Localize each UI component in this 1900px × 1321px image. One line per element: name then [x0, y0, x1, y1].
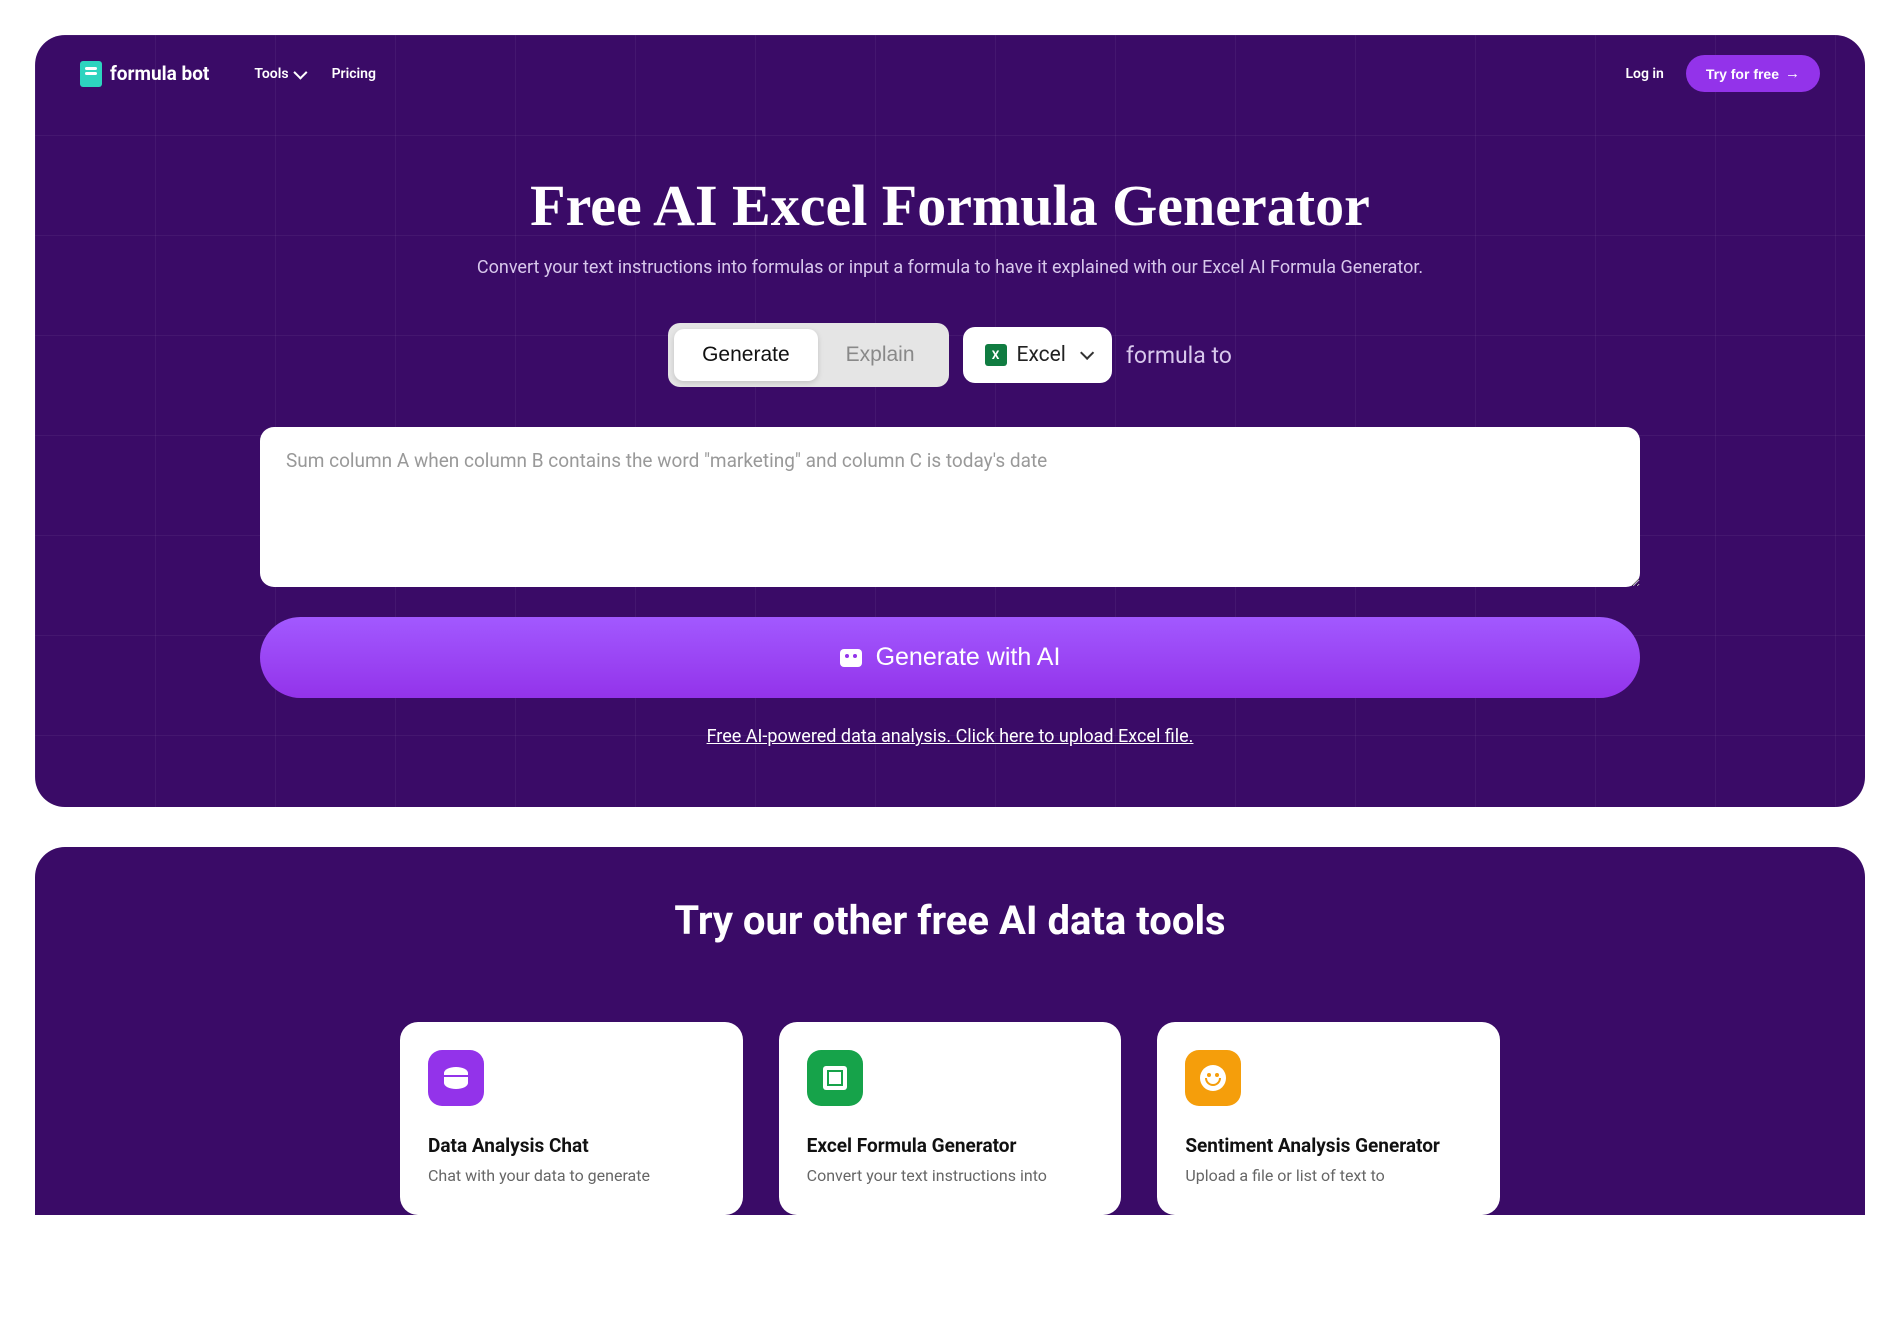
- nav-pricing[interactable]: Pricing: [332, 66, 376, 82]
- tool-card-desc: Upload a file or list of text to: [1185, 1165, 1472, 1187]
- generate-button[interactable]: Generate with AI: [260, 617, 1640, 698]
- tool-card-desc: Chat with your data to generate: [428, 1165, 715, 1187]
- page-subtitle: Convert your text instructions into form…: [75, 257, 1825, 278]
- brand-name: formula bot: [110, 62, 209, 85]
- tool-card-formula-generator[interactable]: Excel Formula Generator Convert your tex…: [779, 1022, 1122, 1215]
- chevron-down-icon: [293, 65, 307, 79]
- tool-cards: Data Analysis Chat Chat with your data t…: [400, 1022, 1500, 1215]
- excel-icon: [985, 344, 1007, 366]
- tool-card-desc: Convert your text instructions into: [807, 1165, 1094, 1187]
- chevron-down-icon: [1080, 346, 1094, 360]
- platform-dropdown[interactable]: Excel: [963, 327, 1112, 383]
- hero-content: Free AI Excel Formula Generator Convert …: [35, 112, 1865, 747]
- robot-icon: [840, 649, 862, 667]
- hero-section: formula bot Tools Pricing Log in Try for…: [35, 35, 1865, 807]
- generate-button-label: Generate with AI: [876, 643, 1061, 672]
- login-link[interactable]: Log in: [1625, 66, 1663, 82]
- nav-tools[interactable]: Tools: [254, 66, 303, 82]
- tool-card-title: Sentiment Analysis Generator: [1185, 1134, 1472, 1157]
- nav-pricing-label: Pricing: [332, 66, 376, 82]
- tool-card-title: Excel Formula Generator: [807, 1134, 1094, 1157]
- try-free-label: Try for free: [1706, 66, 1779, 82]
- brand-logo[interactable]: formula bot: [80, 61, 209, 87]
- page-title: Free AI Excel Formula Generator: [75, 172, 1825, 239]
- tool-card-title: Data Analysis Chat: [428, 1134, 715, 1157]
- tool-card-sentiment[interactable]: Sentiment Analysis Generator Upload a fi…: [1157, 1022, 1500, 1215]
- try-free-button[interactable]: Try for free: [1686, 55, 1820, 92]
- tools-section-title: Try our other free AI data tools: [75, 897, 1825, 944]
- nav-tools-label: Tools: [254, 66, 288, 82]
- tab-generate[interactable]: Generate: [674, 329, 818, 381]
- dropdown-value: Excel: [1017, 343, 1066, 367]
- formula-to-label: formula to: [1126, 342, 1232, 369]
- mode-toggle: Generate Explain: [668, 323, 948, 387]
- nav-right: Log in Try for free: [1625, 55, 1820, 92]
- logo-icon: [80, 61, 102, 87]
- input-area: Generate with AI Free AI-powered data an…: [260, 427, 1640, 747]
- spreadsheet-icon: [807, 1050, 863, 1106]
- database-icon: [428, 1050, 484, 1106]
- top-nav: formula bot Tools Pricing Log in Try for…: [35, 35, 1865, 112]
- control-row: Generate Explain Excel formula to: [75, 323, 1825, 387]
- prompt-input[interactable]: [260, 427, 1640, 587]
- upload-file-link[interactable]: Free AI-powered data analysis. Click her…: [260, 726, 1640, 747]
- tools-section: Try our other free AI data tools Data An…: [35, 847, 1865, 1215]
- nav-links: Tools Pricing: [254, 66, 376, 82]
- smile-icon: [1185, 1050, 1241, 1106]
- arrow-right-icon: [1785, 65, 1800, 82]
- tab-explain[interactable]: Explain: [818, 329, 943, 381]
- tool-card-data-analysis[interactable]: Data Analysis Chat Chat with your data t…: [400, 1022, 743, 1215]
